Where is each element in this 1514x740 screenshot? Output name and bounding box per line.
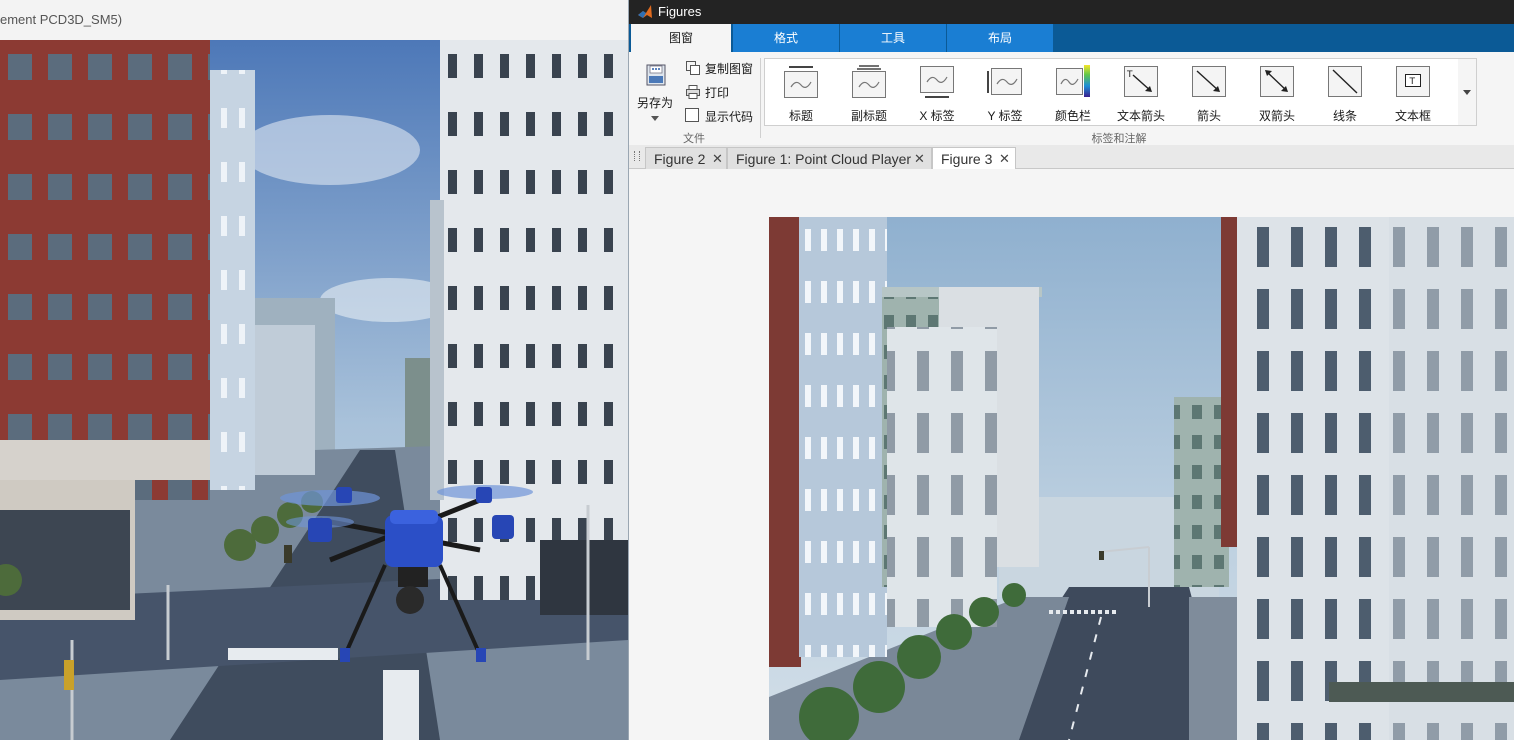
text-arrow-label: 文本箭头 xyxy=(1116,109,1165,123)
drag-grip-icon[interactable] xyxy=(634,151,640,161)
title-icon xyxy=(784,66,818,98)
tab-tools[interactable]: 工具 xyxy=(840,24,946,52)
textbox-button[interactable]: T 文本框 xyxy=(1379,59,1447,125)
tab-layout-label: 布局 xyxy=(987,31,1012,45)
copy-icon xyxy=(686,61,700,75)
matlab-logo-icon xyxy=(638,5,652,18)
ylabel-label: Y 标签 xyxy=(987,109,1023,123)
figure-tab-3[interactable]: Figure 3 ✕ xyxy=(932,147,1016,170)
subtitle-icon xyxy=(852,65,886,98)
show-code-checkbox[interactable] xyxy=(685,108,699,122)
tab-figure-label: 图窗 xyxy=(668,31,693,45)
figure-tab-label: Figure 1: Point Cloud Player xyxy=(736,151,912,167)
close-icon[interactable]: ✕ xyxy=(999,151,1010,167)
gallery-expand-button[interactable] xyxy=(1458,58,1477,126)
line-button[interactable]: 线条 xyxy=(1311,59,1379,125)
subtitle-label: 副标题 xyxy=(850,109,887,123)
section-divider xyxy=(760,58,761,138)
ribbon-toolstrip: 另存为 复制图窗 打印 显示代码 文件 标题 副标题 X 标签 Y 标签 颜色栏… xyxy=(629,52,1514,146)
figure-tab-label: Figure 2 xyxy=(654,151,706,167)
xlabel-icon xyxy=(920,66,954,98)
colorbar-label: 颜色栏 xyxy=(1054,109,1091,123)
annotations-gallery: 标题 副标题 X 标签 Y 标签 颜色栏 T 文本箭头 箭头 双箭头 线条 T … xyxy=(764,58,1460,126)
close-icon[interactable]: ✕ xyxy=(914,151,925,167)
tab-figure[interactable]: 图窗 xyxy=(631,24,731,52)
figure-document-tabs: Figure 2 ✕ Figure 1: Point Cloud Player … xyxy=(629,145,1514,170)
save-as-icon xyxy=(646,64,666,86)
print-button[interactable]: 打印 xyxy=(683,82,759,102)
tab-format[interactable]: 格式 xyxy=(733,24,839,52)
figure-tab-2[interactable]: Figure 2 ✕ xyxy=(645,147,727,169)
double-arrow-icon xyxy=(1260,66,1294,97)
title-button[interactable]: 标题 xyxy=(767,59,835,125)
text-arrow-icon: T xyxy=(1124,66,1158,97)
simulation-title: ement PCD3D_SM5) xyxy=(0,12,123,27)
file-section-label: 文件 xyxy=(683,133,705,145)
ribbon-tab-strip: 图窗 格式 工具 布局 xyxy=(629,24,1514,52)
figure-canvas xyxy=(629,169,1514,740)
close-icon[interactable]: ✕ xyxy=(712,151,723,167)
figure-tab-1[interactable]: Figure 1: Point Cloud Player ✕ xyxy=(727,147,932,169)
ylabel-icon xyxy=(987,68,1022,95)
arrow-button[interactable]: 箭头 xyxy=(1175,59,1243,125)
title-label: 标题 xyxy=(788,109,813,123)
printer-icon xyxy=(686,85,700,99)
tab-layout[interactable]: 布局 xyxy=(947,24,1053,52)
figures-window-title: Figures xyxy=(658,4,702,19)
save-as-button[interactable]: 另存为 xyxy=(633,58,677,126)
subtitle-button[interactable]: 副标题 xyxy=(835,59,903,125)
simulation-titlebar: ement PCD3D_SM5) xyxy=(0,0,628,41)
textbox-label: 文本框 xyxy=(1394,109,1431,123)
textbox-icon: T xyxy=(1396,66,1430,97)
annotations-section-label: 标签和注解 xyxy=(1091,133,1147,145)
chevron-down-icon xyxy=(651,116,659,121)
figures-titlebar: Figures xyxy=(629,0,1514,24)
colorbar-button[interactable]: 颜色栏 xyxy=(1039,59,1107,125)
double-arrow-label: 双箭头 xyxy=(1258,109,1295,123)
show-code-label: 显示代码 xyxy=(705,110,754,124)
ylabel-button[interactable]: Y 标签 xyxy=(971,59,1039,125)
show-code-checkbox-row[interactable]: 显示代码 xyxy=(683,106,759,126)
figures-window: Figures 图窗 格式 工具 布局 另存为 复制图窗 打印 显示代码 文件 … xyxy=(628,0,1514,740)
tab-tools-label: 工具 xyxy=(880,31,905,45)
text-arrow-button[interactable]: T 文本箭头 xyxy=(1107,59,1175,125)
simulation-window: ement PCD3D_SM5) xyxy=(0,0,628,740)
xlabel-label: X 标签 xyxy=(919,109,955,123)
double-arrow-button[interactable]: 双箭头 xyxy=(1243,59,1311,125)
line-icon xyxy=(1328,66,1362,97)
arrow-icon xyxy=(1192,66,1226,97)
copy-figure-button[interactable]: 复制图窗 xyxy=(683,58,759,78)
arrow-label: 箭头 xyxy=(1196,109,1221,123)
svg-text:T: T xyxy=(1126,70,1133,80)
copy-figure-label: 复制图窗 xyxy=(705,62,754,76)
svg-text:T: T xyxy=(1409,77,1416,87)
tab-format-label: 格式 xyxy=(773,31,798,45)
line-label: 线条 xyxy=(1332,109,1357,123)
figure-tab-label: Figure 3 xyxy=(941,151,993,167)
xlabel-button[interactable]: X 标签 xyxy=(903,59,971,125)
save-as-label: 另存为 xyxy=(636,96,673,110)
colorbar-icon xyxy=(1056,65,1090,97)
chevron-down-icon xyxy=(1463,90,1471,95)
print-label: 打印 xyxy=(705,86,730,100)
simulation-scene xyxy=(0,40,628,740)
camera-image xyxy=(769,217,1514,740)
